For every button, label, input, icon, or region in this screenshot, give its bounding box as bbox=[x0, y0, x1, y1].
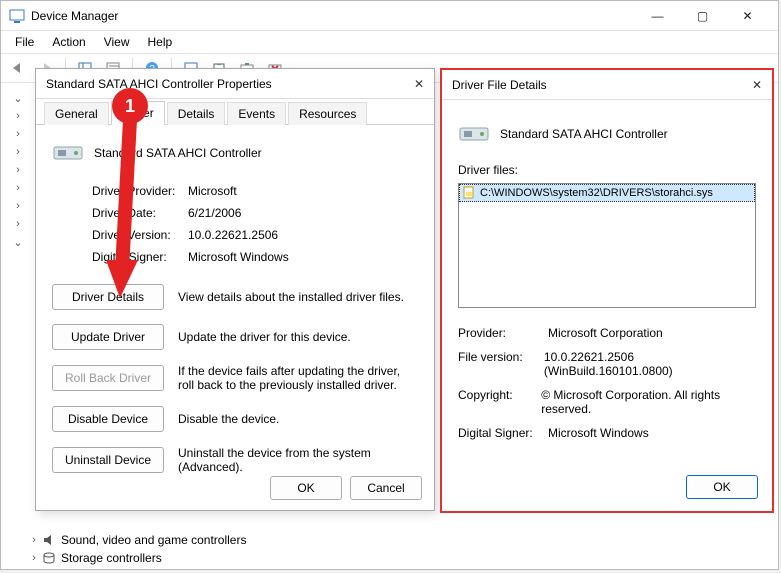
rollback-driver-button: Roll Back Driver bbox=[52, 365, 164, 391]
value-signer: Microsoft Windows bbox=[188, 250, 289, 264]
menu-file[interactable]: File bbox=[7, 33, 42, 51]
close-icon[interactable]: ✕ bbox=[732, 78, 762, 92]
value-signer: Microsoft Windows bbox=[548, 426, 649, 440]
chevron-right-icon[interactable]: › bbox=[11, 164, 25, 176]
tab-resources[interactable]: Resources bbox=[288, 102, 367, 125]
driver-files-listbox[interactable]: C:\WINDOWS\system32\DRIVERS\storahci.sys bbox=[458, 183, 756, 308]
ok-button[interactable]: OK bbox=[270, 476, 342, 500]
driver-file-details-dialog: Driver File Details ✕ Standard SATA AHCI… bbox=[440, 68, 774, 513]
close-button[interactable]: ✕ bbox=[725, 2, 770, 30]
value-copyright: © Microsoft Corporation. All rights rese… bbox=[541, 388, 756, 416]
driver-file-path: C:\WINDOWS\system32\DRIVERS\storahci.sys bbox=[480, 187, 713, 199]
app-title: Device Manager bbox=[31, 9, 635, 23]
chevron-down-icon[interactable]: ⌄ bbox=[11, 92, 25, 105]
annotation-step-badge: 1 bbox=[112, 88, 148, 124]
chevron-right-icon[interactable]: › bbox=[11, 110, 25, 122]
driver-files-label: Driver files: bbox=[458, 163, 756, 177]
dialog-titlebar[interactable]: Standard SATA AHCI Controller Properties… bbox=[36, 69, 434, 99]
dialog-body: Standard SATA AHCI Controller Driver fil… bbox=[442, 100, 772, 511]
menu-view[interactable]: View bbox=[96, 33, 138, 51]
menu-action[interactable]: Action bbox=[44, 33, 93, 51]
dialog-titlebar[interactable]: Driver File Details ✕ bbox=[442, 70, 772, 100]
chevron-right-icon[interactable]: › bbox=[11, 146, 25, 158]
label-file-version: File version: bbox=[458, 350, 544, 378]
app-icon bbox=[9, 8, 25, 24]
tree-label: Sound, video and game controllers bbox=[61, 533, 246, 547]
tab-events[interactable]: Events bbox=[227, 102, 286, 125]
label-signer: Digital Signer: bbox=[458, 426, 548, 440]
tree-item-sound[interactable]: › Sound, video and game controllers bbox=[5, 531, 774, 549]
back-button[interactable] bbox=[5, 56, 31, 80]
value-provider: Microsoft Corporation bbox=[548, 326, 663, 340]
rollback-driver-desc: If the device fails after updating the d… bbox=[178, 364, 418, 392]
dialog-body: Standard SATA AHCI Controller Driver Pro… bbox=[36, 125, 434, 500]
label-copyright: Copyright: bbox=[458, 388, 541, 416]
label-provider: Provider: bbox=[458, 326, 548, 340]
annotation-arrow-icon bbox=[102, 120, 152, 300]
chevron-right-icon[interactable]: › bbox=[11, 200, 25, 212]
value-version: 10.0.22621.2506 bbox=[188, 228, 278, 242]
tab-general[interactable]: General bbox=[44, 102, 109, 125]
chevron-right-icon[interactable]: › bbox=[27, 552, 41, 564]
maximize-button[interactable]: ▢ bbox=[680, 2, 725, 30]
close-icon[interactable]: ✕ bbox=[394, 77, 424, 91]
tree-item-storage[interactable]: › Storage controllers bbox=[5, 549, 774, 567]
chevron-right-icon[interactable]: › bbox=[11, 128, 25, 140]
uninstall-device-desc: Uninstall the device from the system (Ad… bbox=[178, 446, 418, 474]
driver-file-item[interactable]: C:\WINDOWS\system32\DRIVERS\storahci.sys bbox=[459, 184, 755, 202]
dialog-title: Driver File Details bbox=[452, 78, 732, 92]
uninstall-device-button[interactable]: Uninstall Device bbox=[52, 447, 164, 473]
driver-details-desc: View details about the installed driver … bbox=[178, 290, 418, 304]
chevron-right-icon[interactable]: › bbox=[11, 182, 25, 194]
controller-icon bbox=[458, 118, 490, 149]
menubar: File Action View Help bbox=[1, 31, 778, 53]
controller-icon bbox=[52, 137, 84, 168]
chevron-down-icon[interactable]: ⌄ bbox=[11, 236, 25, 249]
value-date: 6/21/2006 bbox=[188, 206, 241, 220]
sound-icon bbox=[41, 532, 57, 548]
tab-strip: General Driver Details Events Resources bbox=[36, 99, 434, 125]
minimize-button[interactable]: — bbox=[635, 2, 680, 30]
disable-device-button[interactable]: Disable Device bbox=[52, 406, 164, 432]
titlebar: Device Manager — ▢ ✕ bbox=[1, 1, 778, 31]
update-driver-button[interactable]: Update Driver bbox=[52, 324, 164, 350]
device-name: Standard SATA AHCI Controller bbox=[500, 127, 668, 141]
storage-icon bbox=[41, 550, 57, 566]
chevron-right-icon[interactable]: › bbox=[27, 534, 41, 546]
tree-label: Storage controllers bbox=[61, 551, 162, 565]
properties-dialog: Standard SATA AHCI Controller Properties… bbox=[35, 68, 435, 511]
dialog-title: Standard SATA AHCI Controller Properties bbox=[46, 77, 394, 91]
disable-device-desc: Disable the device. bbox=[178, 412, 418, 426]
menu-help[interactable]: Help bbox=[140, 33, 181, 51]
value-provider: Microsoft bbox=[188, 184, 237, 198]
value-file-version: 10.0.22621.2506 (WinBuild.160101.0800) bbox=[544, 350, 756, 378]
file-icon bbox=[462, 185, 476, 202]
tab-details[interactable]: Details bbox=[167, 102, 226, 125]
ok-button[interactable]: OK bbox=[686, 475, 758, 499]
chevron-right-icon[interactable]: › bbox=[11, 218, 25, 230]
cancel-button[interactable]: Cancel bbox=[350, 476, 422, 500]
update-driver-desc: Update the driver for this device. bbox=[178, 330, 418, 344]
